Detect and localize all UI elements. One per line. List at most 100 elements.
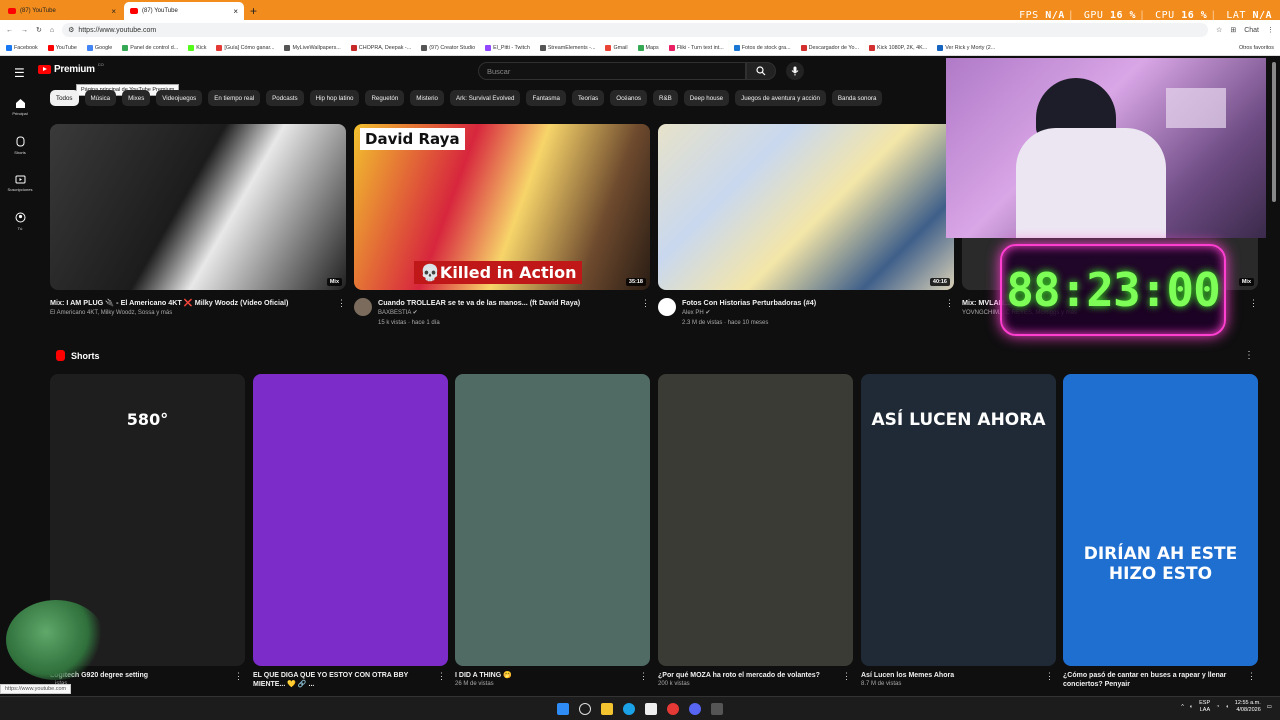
short-card[interactable]: EL QUE DIGA QUE YO ESTOY CON OTRA BBY MI…	[253, 374, 448, 689]
video-title[interactable]: Mix: I AM PLUG 🔌 - El Americano 4KT ❌ Mi…	[50, 298, 288, 307]
more-options-icon[interactable]: ⋮	[1045, 671, 1054, 682]
category-chip[interactable]: Fantasma	[526, 90, 566, 106]
category-chip[interactable]: Juegos de aventura y acción	[735, 90, 826, 106]
more-options-icon[interactable]: ⋮	[234, 671, 243, 682]
back-icon[interactable]: ←	[6, 27, 13, 34]
more-options-icon[interactable]: ⋮	[437, 671, 446, 682]
short-card[interactable]: ASÍ LUCEN AHORA Así Lucen los Memes Ahora…	[861, 374, 1056, 688]
sidebar-item-you[interactable]: Tú	[0, 202, 40, 240]
file-explorer-icon[interactable]	[601, 702, 613, 715]
category-chip[interactable]: Banda sonora	[831, 90, 883, 106]
new-tab-button[interactable]: +	[250, 4, 257, 18]
video-channel[interactable]: Alex PH ✔	[682, 309, 816, 317]
video-title[interactable]: Fotos Con Historias Perturbadoras (#4)	[682, 298, 816, 307]
bookmark-item[interactable]: Kick 1080P, 2K, 4K...	[868, 44, 927, 51]
more-options-icon[interactable]: ⋮	[639, 671, 648, 682]
bookmark-item[interactable]: Facebook	[6, 44, 38, 51]
extensions-icon[interactable]: ⊞	[1230, 26, 1236, 34]
search-icon[interactable]	[579, 702, 591, 715]
short-title[interactable]: ¿Por qué MOZA ha roto el mercado de vola…	[658, 671, 839, 680]
more-options-icon[interactable]: ⋮	[1247, 671, 1256, 682]
channel-avatar[interactable]	[658, 298, 676, 316]
video-title[interactable]: Cuando TROLLEAR se te va de las manos...…	[378, 298, 580, 307]
bookmark-item[interactable]: Gmail	[605, 44, 628, 51]
discord-icon[interactable]	[689, 702, 701, 715]
bookmark-item[interactable]: Fliki - Turn text int...	[668, 44, 724, 51]
close-tab-icon[interactable]: ×	[111, 7, 116, 16]
video-channel[interactable]: BAXBESTIA ✔	[378, 309, 580, 317]
short-thumbnail[interactable]: DIRÍAN AH ESTE HIZO ESTO	[1063, 374, 1258, 666]
voice-search-button[interactable]	[786, 62, 804, 80]
category-chip[interactable]: R&B	[653, 90, 678, 106]
short-card[interactable]: ¿Por qué MOZA ha roto el mercado de vola…	[658, 374, 853, 688]
search-input[interactable]: Buscar	[478, 62, 746, 80]
scrollbar-thumb[interactable]	[1272, 62, 1276, 202]
browser-tab-active[interactable]: (87) YouTube ×	[124, 2, 244, 20]
start-icon[interactable]	[557, 702, 569, 715]
short-title[interactable]: EL QUE DIGA QUE YO ESTOY CON OTRA BBY MI…	[253, 671, 434, 689]
more-options-icon[interactable]: ⋮	[641, 298, 650, 309]
sidebar-item-home[interactable]: Principal	[0, 88, 40, 126]
category-chip[interactable]: Misterio	[410, 90, 444, 106]
category-chip[interactable]: Ark: Survival Evolved	[449, 90, 521, 106]
site-info-icon[interactable]: ⚙	[68, 26, 74, 34]
bookmark-star-icon[interactable]: ☆	[1216, 26, 1222, 34]
store-icon[interactable]	[645, 702, 657, 715]
bookmark-item[interactable]: MyLiveWallpapers...	[284, 44, 341, 51]
edge-icon[interactable]	[623, 702, 635, 715]
channel-avatar[interactable]	[354, 298, 372, 316]
bookmark-item[interactable]: Descargador de Yo...	[800, 44, 859, 51]
sidebar-item-subscriptions[interactable]: Suscripciones	[0, 164, 40, 202]
category-chip[interactable]: En tiempo real	[208, 90, 261, 106]
video-thumbnail[interactable]: 40:16	[658, 124, 954, 290]
category-chip[interactable]: Podcasts	[266, 90, 304, 106]
short-thumbnail[interactable]	[455, 374, 650, 666]
short-title[interactable]: Así Lucen los Memes Ahora	[861, 671, 1042, 680]
bookmark-item[interactable]: Kick	[188, 44, 206, 51]
notifications-icon[interactable]: ▭	[1267, 704, 1272, 710]
language-indicator[interactable]: ESP LAA	[1199, 700, 1210, 714]
menu-icon[interactable]: ⋮	[1267, 26, 1274, 34]
bookmark-item[interactable]: (97) Creator Studio	[421, 44, 475, 51]
video-thumbnail[interactable]: David Raya 💀Killed in Action 35:18	[354, 124, 650, 290]
wifi-icon[interactable]: ◔	[1216, 704, 1219, 710]
short-thumbnail[interactable]: ASÍ LUCEN AHORA	[861, 374, 1056, 666]
more-options-icon[interactable]: ⋮	[1249, 298, 1258, 309]
category-chip[interactable]: Música	[84, 90, 117, 106]
bookmark-item[interactable]: El_Pitti - Twitch	[485, 44, 530, 51]
short-card[interactable]: DIRÍAN AH ESTE HIZO ESTO ¿Cómo pasó de ca…	[1063, 374, 1258, 689]
volume-icon[interactable]: ◖	[1225, 704, 1228, 710]
chrome-icon[interactable]	[667, 702, 679, 715]
category-chip[interactable]: Teorías	[571, 90, 605, 106]
category-chip[interactable]: Todos	[50, 90, 79, 106]
category-chip[interactable]: Videojuegos	[156, 90, 203, 106]
video-card[interactable]: David Raya 💀Killed in Action 35:18 Cuand…	[354, 124, 650, 327]
obs-icon[interactable]	[711, 702, 723, 715]
chat-label[interactable]: Chat	[1244, 27, 1259, 34]
short-title[interactable]: I DID A THING 🤭	[455, 671, 636, 680]
other-bookmarks[interactable]: Otros favoritos	[1239, 45, 1274, 51]
video-card[interactable]: Mix Mix: I AM PLUG 🔌 - El Americano 4KT …	[50, 124, 346, 317]
bookmark-item[interactable]: CHOPRA, Deepak -...	[350, 44, 411, 51]
category-chip[interactable]: Deep house	[683, 90, 730, 106]
tray-chevron-icon[interactable]: ^	[1181, 704, 1184, 710]
video-channel[interactable]: El Americano 4KT, Milky Woodz, Sossa y m…	[50, 309, 288, 317]
sidebar-item-shorts[interactable]: Shorts	[0, 126, 40, 164]
bookmark-item[interactable]: Maps	[637, 44, 659, 51]
close-tab-icon[interactable]: ×	[233, 7, 238, 16]
category-chip[interactable]: Hip hop latino	[309, 90, 360, 106]
category-chip[interactable]: Océanos	[610, 90, 648, 106]
short-thumbnail[interactable]	[658, 374, 853, 666]
bookmark-item[interactable]: [Guía] Cómo ganar...	[216, 44, 274, 51]
bookmark-item[interactable]: StreamElements -...	[539, 44, 595, 51]
forward-icon[interactable]: →	[21, 27, 28, 34]
bookmark-item[interactable]: Fotos de stock gra...	[733, 44, 791, 51]
reload-icon[interactable]: ↻	[36, 26, 42, 34]
short-title[interactable]: ¿Cómo pasó de cantar en buses a rapear y…	[1063, 671, 1244, 689]
video-card[interactable]: 40:16 Fotos Con Historias Perturbadoras …	[658, 124, 954, 327]
category-chip[interactable]: Mixes	[122, 90, 151, 106]
home-icon[interactable]: ⌂	[50, 27, 54, 34]
more-options-icon[interactable]: ⋮	[337, 298, 346, 309]
browser-tab[interactable]: (87) YouTube ×	[2, 2, 122, 20]
bookmark-item[interactable]: YouTube	[47, 44, 77, 51]
